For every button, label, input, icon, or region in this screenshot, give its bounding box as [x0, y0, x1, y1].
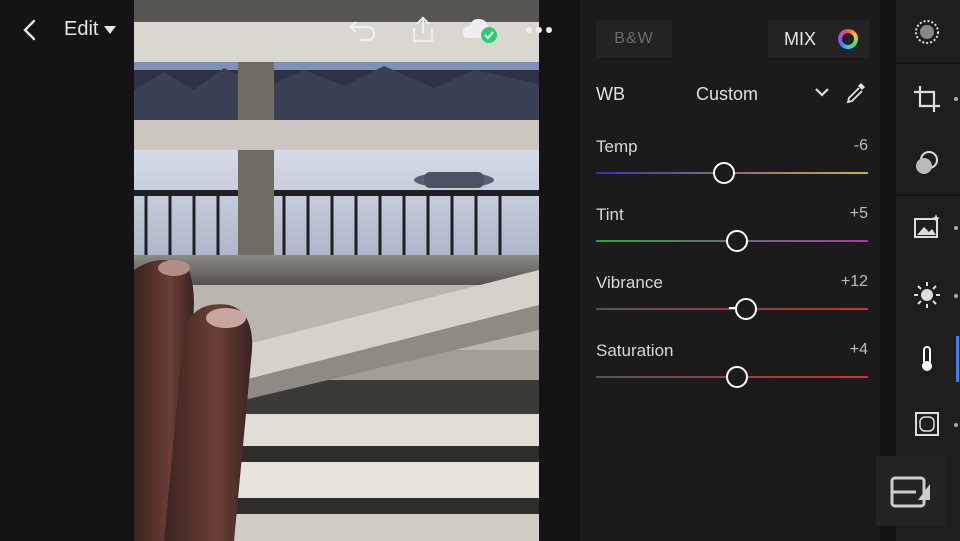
slider-saturation-label: Saturation [596, 341, 674, 360]
slider-vibrance-value: +12 [840, 273, 868, 290]
rail-divider [896, 62, 960, 64]
eyedropper-icon[interactable] [844, 80, 868, 106]
slider-vibrance-label: Vibrance [596, 273, 663, 292]
light-icon[interactable] [912, 280, 942, 310]
more-icon[interactable] [524, 16, 554, 44]
presets-icon[interactable] [912, 212, 942, 242]
wb-preset-value[interactable]: Custom [696, 84, 758, 105]
watermark-logo [876, 456, 946, 526]
slider-vibrance-thumb[interactable] [734, 298, 757, 320]
photo-canvas[interactable] [134, 0, 539, 541]
rail-dot [954, 423, 958, 427]
color-panel: B&W MIX WB Custom Temp -6 Tint +5 Vibran… [580, 0, 880, 541]
slider-temp-value: -6 [853, 137, 868, 154]
rail-dot [954, 294, 958, 298]
slider-temp-label: Temp [596, 137, 638, 156]
wb-label: WB [596, 84, 625, 104]
chevron-left-icon[interactable] [18, 17, 44, 43]
color-icon[interactable] [912, 344, 942, 374]
slider-tint-label: Tint [596, 205, 624, 224]
healing-icon[interactable] [912, 148, 942, 178]
slider-tint: Tint +5 [596, 205, 868, 261]
white-balance-row: WB Custom [596, 78, 872, 110]
mix-label: MIX [784, 28, 817, 49]
vignette-icon[interactable] [912, 409, 942, 439]
crop-icon[interactable] [912, 84, 942, 114]
mix-button[interactable]: MIX [768, 20, 870, 58]
slider-saturation-value: +4 [849, 341, 868, 358]
active-tool-indicator [956, 336, 959, 382]
photo-image [134, 0, 539, 541]
cloud-synced-icon[interactable] [462, 16, 500, 44]
selective-icon[interactable] [912, 17, 942, 47]
slider-temp-thumb[interactable] [712, 162, 735, 184]
rail-dot [954, 97, 958, 101]
caret-down-icon [104, 25, 117, 34]
rail-dot [954, 226, 958, 230]
slider-tint-value: +5 [849, 205, 868, 222]
edit-label: Edit [64, 18, 99, 40]
bw-button[interactable]: B&W [596, 20, 672, 58]
chevron-down-icon[interactable] [812, 82, 832, 102]
rail-divider [896, 194, 960, 196]
undo-icon[interactable] [348, 16, 378, 44]
slider-saturation: Saturation +4 [596, 341, 868, 397]
slider-vibrance: Vibrance +12 [596, 273, 868, 329]
share-icon[interactable] [408, 16, 438, 44]
color-wheel-icon [838, 29, 858, 49]
slider-saturation-thumb[interactable] [726, 366, 749, 388]
edit-mode-dropdown[interactable]: Edit [64, 18, 117, 41]
slider-temp: Temp -6 [596, 137, 868, 193]
top-bar: Edit [0, 0, 580, 60]
slider-tint-thumb[interactable] [726, 230, 749, 252]
